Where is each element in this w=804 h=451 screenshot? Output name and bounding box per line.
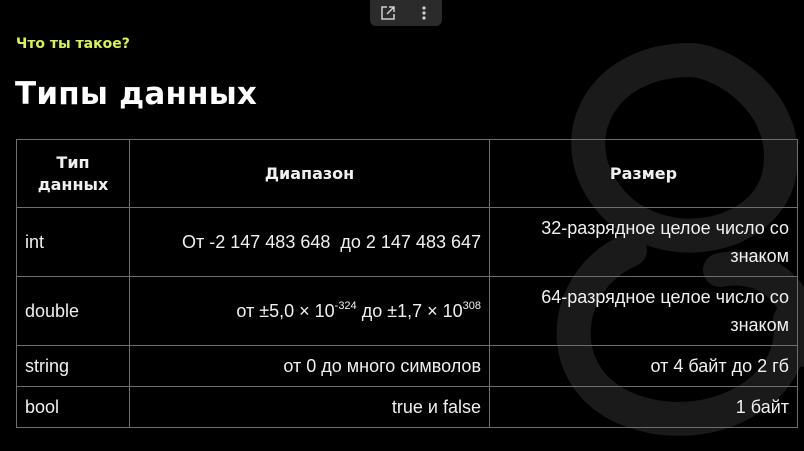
cell-size: от 4 байт до 2 гб	[489, 345, 798, 387]
open-external-button[interactable]	[374, 2, 402, 24]
cell-type: string	[16, 345, 130, 387]
table-row: int От -2 147 483 648 до 2 147 483 647 3…	[16, 207, 798, 277]
cell-size: 1 байт	[489, 386, 798, 428]
slide: Что ты такое? Типы данных Тип данных Диа…	[0, 0, 804, 451]
cell-size: 64-разрядное целое число со знаком	[489, 276, 798, 346]
more-vertical-icon	[422, 6, 426, 20]
cell-type: int	[16, 207, 130, 277]
cell-range: true и false	[129, 386, 490, 428]
external-link-icon	[381, 6, 395, 20]
cell-range: от ±5,0 × 10-324 до ±1,7 × 10308	[129, 276, 490, 346]
header-range: Диапазон	[129, 139, 490, 208]
cell-size: 32-разрядное целое число со знаком	[489, 207, 798, 277]
cell-range: от 0 до много символов	[129, 345, 490, 387]
cell-type: double	[16, 276, 130, 346]
page-title: Типы данных	[15, 76, 258, 112]
header-size: Размер	[489, 139, 798, 208]
table-row: string от 0 до много символов от 4 байт …	[16, 345, 798, 387]
range-from-exponent: -324	[334, 300, 357, 312]
range-from: от ±5,0 × 10	[236, 301, 335, 321]
range-to: до ±1,7 × 10	[356, 301, 463, 321]
table-row: double от ±5,0 × 10-324 до ±1,7 × 10308 …	[16, 276, 798, 346]
section-kicker: Что ты такое?	[16, 36, 130, 52]
embed-toolbar	[370, 0, 442, 26]
data-types-table: Тип данных Диапазон Размер int От -2 147…	[16, 139, 798, 428]
table-header-row: Тип данных Диапазон Размер	[16, 139, 798, 208]
cell-type: bool	[16, 386, 130, 428]
more-options-button[interactable]	[410, 2, 438, 24]
range-to-exponent: 308	[462, 300, 481, 312]
table-row: bool true и false 1 байт	[16, 386, 798, 428]
cell-range: От -2 147 483 648 до 2 147 483 647	[129, 207, 490, 277]
header-type: Тип данных	[16, 139, 130, 208]
